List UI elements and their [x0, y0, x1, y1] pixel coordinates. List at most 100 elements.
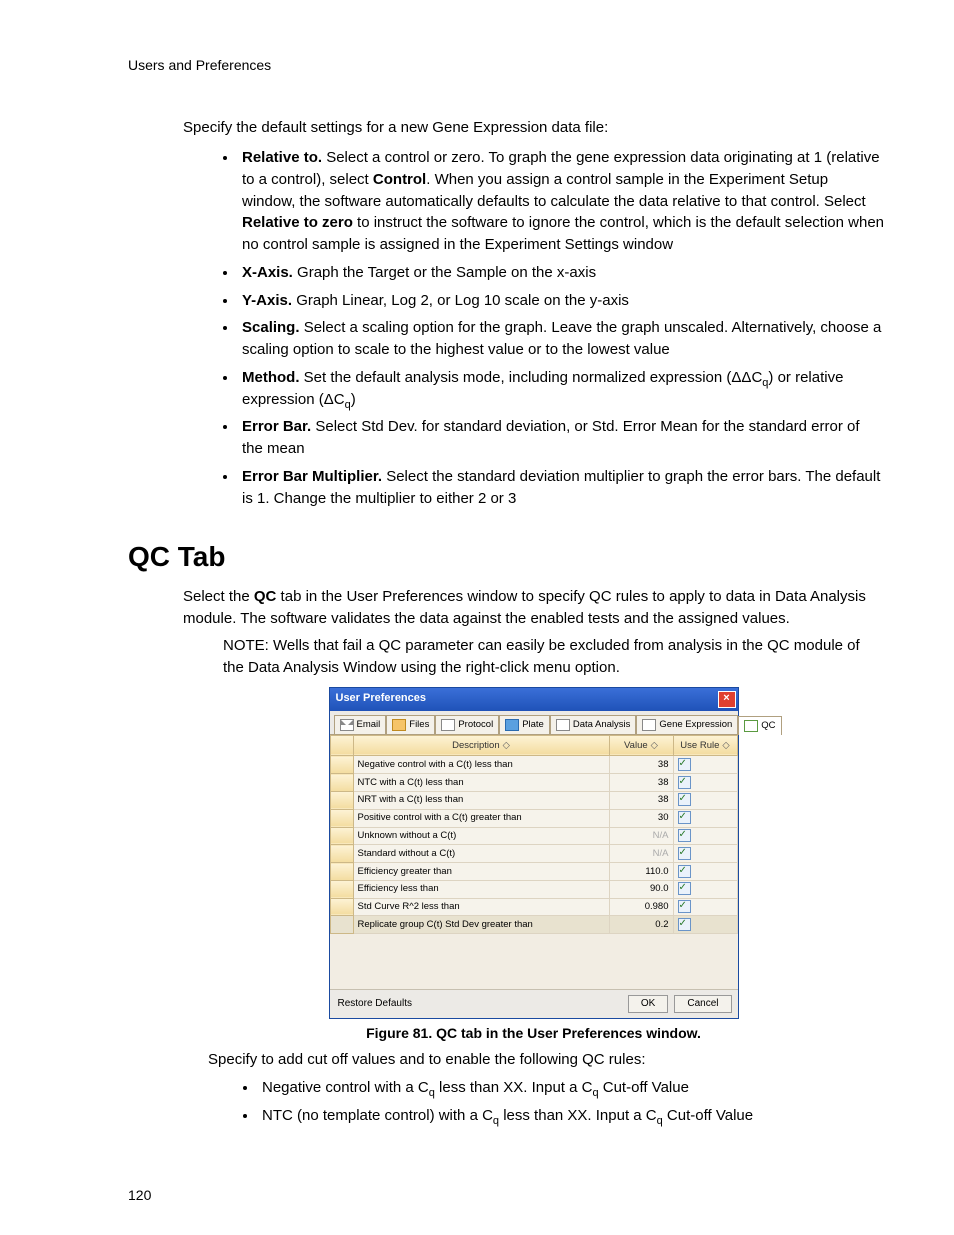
settings-bullet-list: Relative to. Select a control or zero. T…: [128, 147, 884, 509]
cell-value[interactable]: 0.2: [609, 916, 673, 934]
sort-icon: ◇: [722, 740, 729, 751]
col-description[interactable]: Description◇: [353, 735, 609, 756]
row-header: [330, 827, 353, 845]
row-header: [330, 791, 353, 809]
use-rule-checkbox[interactable]: [678, 811, 691, 824]
dialog-titlebar: User Preferences ×: [330, 688, 738, 711]
qc-tab-heading: QC Tab: [128, 537, 884, 578]
tab-gene-expression[interactable]: Gene Expression: [636, 715, 738, 734]
qc-rules-table: Description◇ Value◇ Use Rule◇ Negative c…: [330, 735, 738, 935]
use-rule-checkbox[interactable]: [678, 865, 691, 878]
row-header: [330, 756, 353, 774]
cell-value[interactable]: 110.0: [609, 863, 673, 881]
table-row[interactable]: Negative control with a C(t) less than38: [330, 756, 737, 774]
running-header: Users and Preferences: [60, 55, 894, 75]
tab-qc[interactable]: QC: [738, 716, 781, 735]
ok-button[interactable]: OK: [628, 995, 668, 1014]
cell-description: NTC with a C(t) less than: [353, 774, 609, 792]
dialog-title: User Preferences: [336, 691, 427, 707]
bullet-scaling: Scaling. Select a scaling option for the…: [238, 317, 884, 361]
figure-wrap: User Preferences × Email Files Protocol …: [128, 687, 884, 1044]
table-row[interactable]: Unknown without a C(t)N/A: [330, 827, 737, 845]
bullet-x-axis: X-Axis. Graph the Target or the Sample o…: [238, 262, 884, 284]
cell-use-rule: [673, 774, 737, 792]
bullet-error-bar-multiplier: Error Bar Multiplier. Select the standar…: [238, 466, 884, 510]
cell-value[interactable]: 90.0: [609, 880, 673, 898]
use-rule-checkbox[interactable]: [678, 847, 691, 860]
cell-description: Std Curve R^2 less than: [353, 898, 609, 916]
table-corner: [330, 735, 353, 756]
bullet-qc-ntc: NTC (no template control) with a Cq less…: [258, 1105, 884, 1127]
use-rule-checkbox[interactable]: [678, 829, 691, 842]
tab-protocol[interactable]: Protocol: [435, 715, 499, 734]
table-row[interactable]: Efficiency less than90.0: [330, 880, 737, 898]
cell-description: Unknown without a C(t): [353, 827, 609, 845]
cell-description: Positive control with a C(t) greater tha…: [353, 809, 609, 827]
col-value[interactable]: Value◇: [609, 735, 673, 756]
tab-email[interactable]: Email: [334, 715, 387, 734]
use-rule-checkbox[interactable]: [678, 776, 691, 789]
tab-files[interactable]: Files: [386, 715, 435, 734]
table-row[interactable]: Std Curve R^2 less than0.980: [330, 898, 737, 916]
use-rule-checkbox[interactable]: [678, 882, 691, 895]
use-rule-checkbox[interactable]: [678, 918, 691, 931]
tab-plate[interactable]: Plate: [499, 715, 550, 734]
table-row[interactable]: NTC with a C(t) less than38: [330, 774, 737, 792]
row-header: [330, 863, 353, 881]
row-header: [330, 880, 353, 898]
mail-icon: [340, 719, 354, 731]
dialog-footer: Restore Defaults OK Cancel: [330, 989, 738, 1019]
cell-use-rule: [673, 880, 737, 898]
cell-use-rule: [673, 898, 737, 916]
bullet-relative-to: Relative to. Select a control or zero. T…: [238, 147, 884, 256]
cell-description: NRT with a C(t) less than: [353, 791, 609, 809]
cell-value[interactable]: N/A: [609, 845, 673, 863]
cell-value[interactable]: 38: [609, 791, 673, 809]
cell-description: Efficiency greater than: [353, 863, 609, 881]
row-header: [330, 898, 353, 916]
sort-icon: ◇: [651, 740, 658, 751]
cell-value[interactable]: 38: [609, 774, 673, 792]
table-row[interactable]: NRT with a C(t) less than38: [330, 791, 737, 809]
cell-use-rule: [673, 809, 737, 827]
bullet-method: Method. Set the default analysis mode, i…: [238, 367, 884, 411]
protocol-icon: [441, 719, 455, 731]
tab-data-analysis[interactable]: Data Analysis: [550, 715, 637, 734]
cell-value[interactable]: 30: [609, 809, 673, 827]
table-row[interactable]: Positive control with a C(t) greater tha…: [330, 809, 737, 827]
post-figure-paragraph: Specify to add cut off values and to ena…: [128, 1049, 884, 1071]
qc-paragraph: Select the QC tab in the User Preference…: [128, 586, 884, 630]
bullet-qc-negative: Negative control with a Cq less than XX.…: [258, 1077, 884, 1099]
data-analysis-icon: [556, 719, 570, 731]
restore-defaults-button[interactable]: Restore Defaults: [336, 996, 414, 1013]
col-use-rule[interactable]: Use Rule◇: [673, 735, 737, 756]
intro-paragraph: Specify the default settings for a new G…: [128, 117, 884, 139]
qc-rules-bullet-list: Negative control with a Cq less than XX.…: [128, 1077, 884, 1127]
user-preferences-dialog: User Preferences × Email Files Protocol …: [329, 687, 739, 1019]
plate-icon: [505, 719, 519, 731]
cell-use-rule: [673, 916, 737, 934]
folder-icon: [392, 719, 406, 731]
cell-value[interactable]: 0.980: [609, 898, 673, 916]
use-rule-checkbox[interactable]: [678, 900, 691, 913]
use-rule-checkbox[interactable]: [678, 793, 691, 806]
cancel-button[interactable]: Cancel: [674, 995, 731, 1014]
use-rule-checkbox[interactable]: [678, 758, 691, 771]
table-row[interactable]: Efficiency greater than110.0: [330, 863, 737, 881]
cell-value[interactable]: N/A: [609, 827, 673, 845]
cell-description: Efficiency less than: [353, 880, 609, 898]
close-icon[interactable]: ×: [718, 691, 736, 708]
cell-use-rule: [673, 827, 737, 845]
table-row[interactable]: Replicate group C(t) Std Dev greater tha…: [330, 916, 737, 934]
figure-caption: Figure 81. QC tab in the User Preference…: [183, 1023, 884, 1043]
bullet-y-axis: Y-Axis. Graph Linear, Log 2, or Log 10 s…: [238, 290, 884, 312]
cell-use-rule: [673, 791, 737, 809]
sort-icon: ◇: [503, 740, 510, 751]
cell-use-rule: [673, 863, 737, 881]
content: Specify the default settings for a new G…: [60, 117, 894, 1126]
qc-note: NOTE: Wells that fail a QC parameter can…: [128, 635, 884, 679]
cell-value[interactable]: 38: [609, 756, 673, 774]
table-row[interactable]: Standard without a C(t)N/A: [330, 845, 737, 863]
qc-table-wrap: Description◇ Value◇ Use Rule◇ Negative c…: [330, 735, 738, 989]
cell-description: Standard without a C(t): [353, 845, 609, 863]
